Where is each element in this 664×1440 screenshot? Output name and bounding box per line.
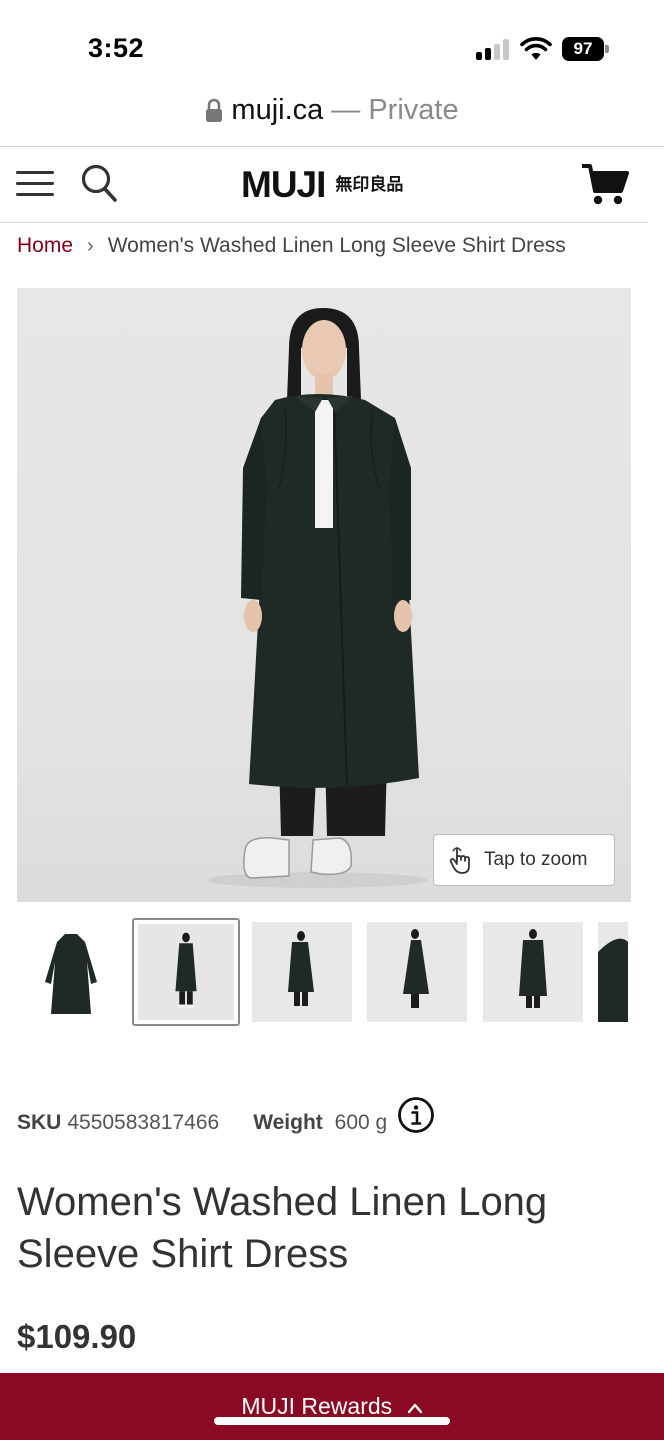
thumbnail-model-angle[interactable] (252, 922, 352, 1022)
product-title: Women's Washed Linen Long Sleeve Shirt D… (17, 1180, 548, 1276)
thumbnail-garment-flat[interactable] (21, 922, 121, 1022)
sku-label: SKU (17, 1111, 62, 1134)
logo-kanji: 無印良品 (335, 175, 404, 194)
status-bar: 3:52 97 (0, 0, 664, 92)
browser-url-bar[interactable]: muji.ca — Private (0, 92, 664, 146)
product-price: $109.90 (17, 1318, 137, 1355)
breadcrumb: Home › Women's Washed Linen Long Sleeve … (17, 231, 566, 261)
thumbnail-model-back[interactable] (483, 922, 583, 1022)
lock-icon (206, 98, 223, 122)
model-illustration (207, 308, 427, 888)
cellular-signal-icon (476, 38, 510, 60)
info-icon[interactable] (397, 1096, 435, 1134)
thumbnail-detail[interactable] (598, 922, 628, 1022)
battery-icon: 97 (562, 37, 604, 61)
logo-text: MUJI (241, 164, 326, 205)
breadcrumb-current: Women's Washed Linen Long Sleeve Shirt D… (107, 234, 566, 257)
muji-logo[interactable]: MUJI 無印良品 (241, 165, 403, 205)
product-main-image[interactable]: Tap to zoom (17, 288, 631, 902)
wifi-icon (520, 37, 552, 60)
hamburger-menu-icon[interactable] (16, 169, 54, 199)
tap-to-zoom-label: Tap to zoom (484, 849, 588, 870)
private-mode-label: — Private (331, 94, 459, 126)
breadcrumb-home-link[interactable]: Home (17, 234, 73, 258)
thumbnail-model-front[interactable] (132, 918, 240, 1026)
status-time: 3:52 (88, 33, 145, 63)
site-header: MUJI 無印良品 (0, 147, 664, 222)
rewards-label: MUJI Rewards (241, 1393, 393, 1419)
search-icon[interactable] (80, 163, 118, 203)
chevron-right-icon: › (87, 234, 94, 257)
touch-gesture-icon (449, 847, 470, 874)
home-indicator (214, 1417, 450, 1425)
divider (0, 222, 648, 223)
cart-icon[interactable] (580, 161, 630, 207)
thumbnail-strip (17, 916, 628, 1028)
sku-value: 4550583817466 (67, 1111, 220, 1134)
weight-label: Weight (253, 1111, 323, 1134)
url-domain: muji.ca (231, 94, 324, 126)
tap-to-zoom-button[interactable]: Tap to zoom (433, 834, 615, 886)
battery-tip (605, 45, 609, 53)
sku-weight-row: SKU 4550583817466 Weight 600 g (17, 1097, 435, 1146)
thumbnail-model-side[interactable] (367, 922, 467, 1022)
weight-value: 600 g (334, 1111, 388, 1134)
muji-rewards-bar[interactable]: MUJI Rewards (0, 1373, 664, 1440)
chevron-up-icon (407, 1403, 422, 1413)
